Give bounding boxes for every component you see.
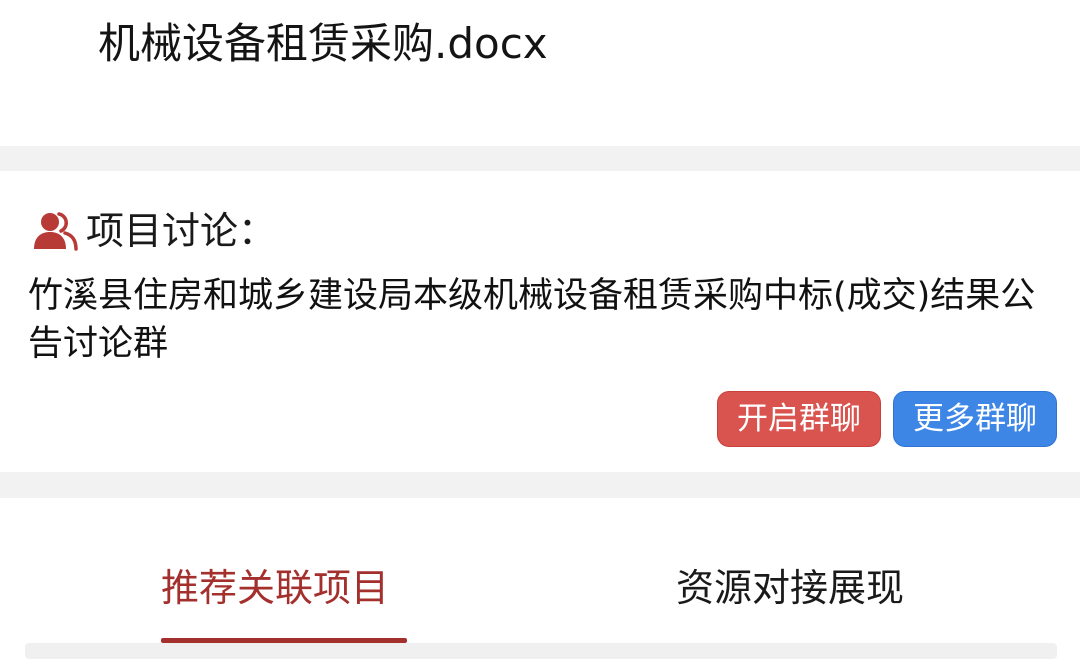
users-icon [32,211,78,251]
tabs-panel: 推荐关联项目 资源对接展现 [0,498,1080,669]
tab-resource-matching[interactable]: 资源对接展现 [676,560,904,616]
more-group-chats-button[interactable]: 更多群聊 [893,391,1057,447]
file-name[interactable]: 机械设备租赁采购.docx [98,14,548,74]
discussion-description: 竹溪县住房和城乡建设局本级机械设备租赁采购中标(成交)结果公告讨论群 [28,276,1036,364]
discussion-header: 项目讨论： [32,203,276,259]
open-group-chat-button[interactable]: 开启群聊 [717,391,881,447]
discussion-title: 项目讨论： [86,209,277,253]
tab-content-top-edge [25,643,1057,659]
discussion-panel: 项目讨论： 竹溪县住房和城乡建设局本级机械设备租赁采购中标(成交)结果公告讨论群… [0,171,1080,472]
tab-recommended-projects[interactable]: 推荐关联项目 [161,560,389,616]
file-panel: 机械设备租赁采购.docx [0,0,1080,146]
